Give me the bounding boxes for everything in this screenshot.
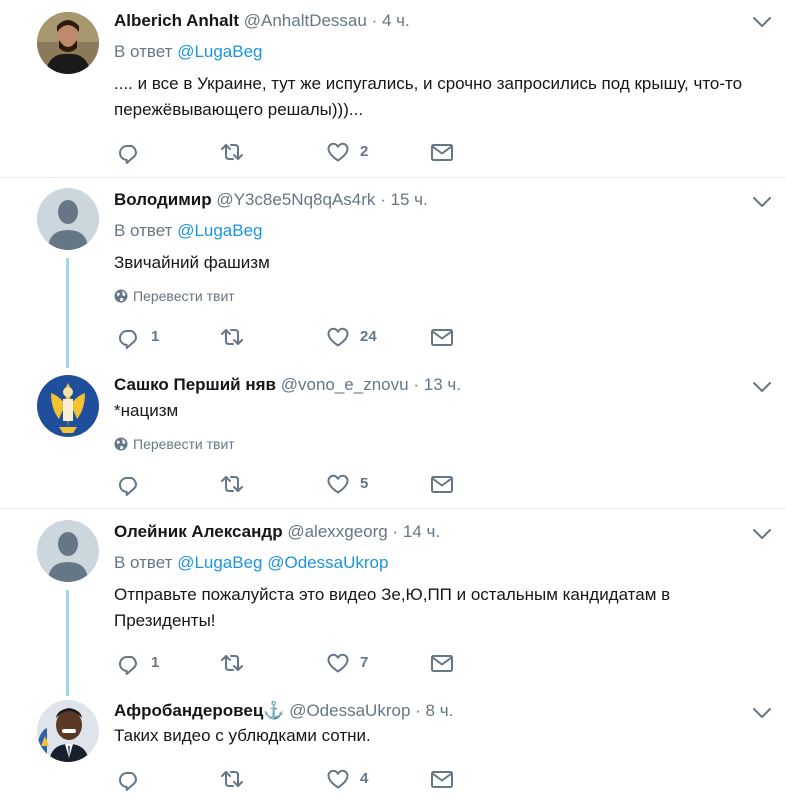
tweet-5[interactable]: Афробандеровец⚓ @OdessaUkrop · 8 ч. Таки… <box>0 689 785 795</box>
tweet-text: .... и все в Украине, тут же испугались,… <box>114 74 743 119</box>
thread-line <box>66 590 69 696</box>
tweet-text: Таких видео с ублюдками сотни. <box>114 726 371 745</box>
chevron-down-icon[interactable] <box>752 706 772 720</box>
globe-icon <box>114 437 128 451</box>
avatar[interactable] <box>37 520 99 582</box>
separator-dot: · <box>392 522 399 541</box>
author-handle[interactable]: @Y3c8e5Nq8qAs4rk <box>216 190 375 209</box>
timestamp[interactable]: 4 ч. <box>382 11 410 30</box>
envelope-icon <box>430 140 454 164</box>
author-handle[interactable]: @alexxgeorg <box>287 522 387 541</box>
envelope-icon <box>430 325 454 349</box>
like-count: 5 <box>360 475 369 492</box>
reply-context: В ответ @LugaBeg <box>114 42 263 62</box>
reply-count: 1 <box>151 654 160 671</box>
tweet-header: Сашко Перший няв @vono_e_znovu · 13 ч. <box>114 375 461 395</box>
translate-link[interactable]: Перевести твит <box>114 288 235 304</box>
retweet-icon <box>220 472 244 496</box>
reply-icon <box>117 472 141 496</box>
separator-dot: · <box>380 190 386 209</box>
translate-label: Перевести твит <box>133 288 235 304</box>
heart-icon <box>326 472 350 496</box>
reply-mention-2[interactable]: @OdessaUkrop <box>267 553 388 572</box>
separator-dot: · <box>413 375 419 394</box>
separator-dot: · <box>415 701 421 720</box>
retweet-icon <box>220 140 244 164</box>
tweet-header: Alberich Anhalt @AnhaltDessau · 4 ч. <box>114 11 410 31</box>
timestamp[interactable]: 15 ч. <box>391 190 428 209</box>
author-handle[interactable]: @vono_e_znovu <box>281 375 409 394</box>
translate-label: Перевести твит <box>133 436 235 452</box>
tweet-2[interactable]: Володимир @Y3c8e5Nq8qAs4rk · 15 ч. В отв… <box>0 178 785 368</box>
like-count: 24 <box>360 328 377 345</box>
globe-icon <box>114 289 128 303</box>
tweet-text: Отправьте пожалуйста это видео Зе,Ю,ПП и… <box>114 585 671 630</box>
author-name[interactable]: Alberich Anhalt <box>114 11 239 30</box>
author-handle[interactable]: @OdessaUkrop <box>289 701 410 720</box>
thread-line <box>66 258 69 368</box>
heart-icon <box>326 140 350 164</box>
like-count: 7 <box>360 654 369 671</box>
chevron-down-icon[interactable] <box>752 15 772 29</box>
avatar[interactable] <box>37 188 99 250</box>
reply-icon <box>117 767 141 791</box>
tweet-4[interactable]: Олейник Александр @alexxgeorg · 14 ч. В … <box>0 509 785 696</box>
separator-dot: · <box>371 11 378 30</box>
like-count: 4 <box>360 770 369 787</box>
reply-count: 1 <box>151 328 160 345</box>
heart-icon <box>326 767 350 791</box>
chevron-down-icon[interactable] <box>752 527 772 541</box>
timestamp[interactable]: 14 ч. <box>403 522 440 541</box>
envelope-icon <box>430 472 454 496</box>
tweet-text: Звичайний фашизм <box>114 253 270 272</box>
tweet-header: Афробандеровец⚓ @OdessaUkrop · 8 ч. <box>114 701 453 721</box>
reply-icon <box>117 651 141 675</box>
reply-mention[interactable]: @LugaBeg <box>177 42 262 61</box>
author-name[interactable]: Сашко Перший няв <box>114 375 276 394</box>
reply-prefix: В ответ <box>114 221 173 240</box>
timestamp[interactable]: 8 ч. <box>426 701 454 720</box>
timestamp[interactable]: 13 ч. <box>424 375 461 394</box>
reply-icon <box>117 140 141 164</box>
envelope-icon <box>430 651 454 675</box>
reply-context: В ответ @LugaBeg @OdessaUkrop <box>114 553 388 573</box>
reply-mention[interactable]: @LugaBeg <box>177 221 262 240</box>
chevron-down-icon[interactable] <box>752 380 772 394</box>
heart-icon <box>326 325 350 349</box>
tweet-header: Олейник Александр @alexxgeorg · 14 ч. <box>114 522 440 542</box>
reply-icon <box>117 325 141 349</box>
translate-link[interactable]: Перевести твит <box>114 436 235 452</box>
author-name[interactable]: Володимир <box>114 190 212 209</box>
tweet-text: *нацизм <box>114 401 179 420</box>
retweet-icon <box>220 651 244 675</box>
reply-prefix: В ответ <box>114 553 173 572</box>
envelope-icon <box>430 767 454 791</box>
tweet-3[interactable]: Сашко Перший няв @vono_e_znovu · 13 ч. *… <box>0 362 785 508</box>
avatar[interactable] <box>37 375 99 437</box>
tweet-1[interactable]: Alberich Anhalt @AnhaltDessau · 4 ч. В о… <box>0 0 785 178</box>
reply-prefix: В ответ <box>114 42 173 61</box>
author-name[interactable]: Олейник Александр <box>114 522 283 541</box>
reply-mention[interactable]: @LugaBeg <box>177 553 262 572</box>
reply-context: В ответ @LugaBeg <box>114 221 263 241</box>
retweet-icon <box>220 325 244 349</box>
tweet-header: Володимир @Y3c8e5Nq8qAs4rk · 15 ч. <box>114 190 428 210</box>
avatar[interactable] <box>37 12 99 74</box>
author-handle[interactable]: @AnhaltDessau <box>244 11 367 30</box>
author-name[interactable]: Афробандеровец⚓ <box>114 701 284 720</box>
retweet-icon <box>220 767 244 791</box>
heart-icon <box>326 651 350 675</box>
chevron-down-icon[interactable] <box>752 195 772 209</box>
avatar[interactable] <box>37 700 99 762</box>
like-count: 2 <box>360 143 369 160</box>
